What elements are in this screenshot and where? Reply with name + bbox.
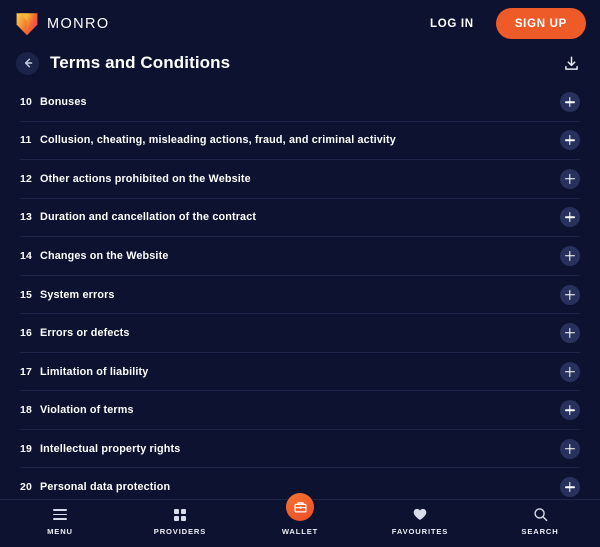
download-button[interactable] — [558, 50, 584, 76]
term-number: 17 — [20, 365, 33, 378]
hamburger-menu-icon — [53, 507, 67, 522]
table-row[interactable]: 19 Intellectual property rights — [20, 430, 580, 469]
table-row[interactable]: 17 Limitation of liability — [20, 353, 580, 392]
term-number: 13 — [20, 211, 33, 224]
arrow-left-icon — [24, 58, 32, 68]
expand-term-button[interactable] — [560, 168, 580, 189]
heart-icon — [413, 507, 427, 522]
term-number: 11 — [20, 134, 32, 147]
table-row[interactable]: 13 Duration and cancellation of the cont… — [20, 199, 580, 238]
table-row[interactable]: 15 System errors — [20, 276, 580, 315]
brand-logo[interactable]: MONRO — [16, 12, 110, 36]
top-bar: MONRO LOG IN SIGN UP — [0, 0, 600, 47]
expand-term-button[interactable] — [560, 361, 580, 382]
term-number: 12 — [20, 172, 33, 185]
term-label: Changes on the Website — [40, 249, 169, 262]
expand-term-button[interactable] — [560, 92, 580, 113]
nav-item-label: WALLET — [281, 527, 319, 536]
term-number: 15 — [20, 288, 33, 301]
expand-term-button[interactable] — [560, 284, 580, 305]
term-label: Limitation of liability — [40, 365, 149, 378]
nav-item-menu[interactable]: MENU — [0, 507, 120, 536]
expand-term-button[interactable] — [560, 245, 580, 266]
term-number: 14 — [20, 249, 33, 262]
term-number: 19 — [20, 442, 33, 455]
grid-providers-icon — [174, 507, 186, 522]
expand-term-button[interactable] — [560, 438, 580, 459]
term-label: Bonuses — [40, 96, 87, 109]
term-label: Intellectual property rights — [40, 442, 181, 455]
magnifier-icon — [533, 507, 548, 522]
term-label: Other actions prohibited on the Website — [40, 172, 251, 185]
term-label: Collusion, cheating, misleading actions,… — [40, 134, 396, 147]
brand-name: MONRO — [47, 15, 110, 32]
term-number: 16 — [20, 327, 33, 340]
nav-item-providers[interactable]: PROVIDERS — [120, 507, 240, 536]
back-button[interactable] — [16, 51, 39, 75]
wallet-icon — [293, 501, 307, 513]
expand-term-button[interactable] — [560, 400, 580, 421]
expand-term-button[interactable] — [560, 323, 580, 344]
table-row[interactable]: 11 Collusion, cheating, misleading actio… — [20, 122, 580, 161]
table-row[interactable]: 10 Bonuses — [20, 83, 580, 122]
term-label: System errors — [40, 288, 115, 301]
expand-term-button[interactable] — [560, 477, 580, 498]
term-label: Duration and cancellation of the contrac… — [40, 211, 257, 224]
monro-v-shield-logo-icon — [16, 12, 38, 35]
term-number: 18 — [20, 404, 33, 417]
sign-up-button[interactable]: SIGN UP — [495, 8, 586, 39]
nav-item-favourites[interactable]: FAVOURITES — [360, 507, 480, 536]
expand-term-button[interactable] — [560, 130, 580, 151]
table-row[interactable]: 14 Changes on the Website — [20, 237, 580, 276]
term-number: 20 — [20, 481, 33, 494]
table-row[interactable]: 18 Violation of terms — [20, 391, 580, 430]
bottom-navigation-bar: MENU PROVIDERS WALLET FAVOURITES SEARCH — [0, 493, 600, 547]
page-header: Terms and Conditions — [0, 47, 600, 79]
terms-list: 10 Bonuses 11 Collusion, cheating, misle… — [0, 83, 600, 499]
term-label: Personal data protection — [40, 481, 171, 494]
term-label: Errors or defects — [40, 327, 130, 340]
nav-item-label: FAVOURITES — [391, 527, 449, 536]
nav-item-search[interactable]: SEARCH — [480, 507, 600, 536]
term-label: Violation of terms — [40, 404, 134, 417]
term-number: 10 — [20, 96, 33, 109]
table-row[interactable]: 12 Other actions prohibited on the Websi… — [20, 160, 580, 199]
nav-item-label: PROVIDERS — [153, 527, 207, 536]
download-icon — [564, 55, 578, 70]
nav-item-label: MENU — [47, 527, 73, 536]
log-in-button[interactable]: LOG IN — [422, 12, 482, 36]
page-title: Terms and Conditions — [50, 53, 231, 72]
table-row[interactable]: 16 Errors or defects — [20, 314, 580, 353]
wallet-fab-button[interactable] — [286, 493, 314, 521]
nav-item-label: SEARCH — [521, 527, 559, 536]
app-root: MONRO LOG IN SIGN UP Terms and Condition… — [0, 0, 600, 547]
expand-term-button[interactable] — [560, 207, 580, 228]
